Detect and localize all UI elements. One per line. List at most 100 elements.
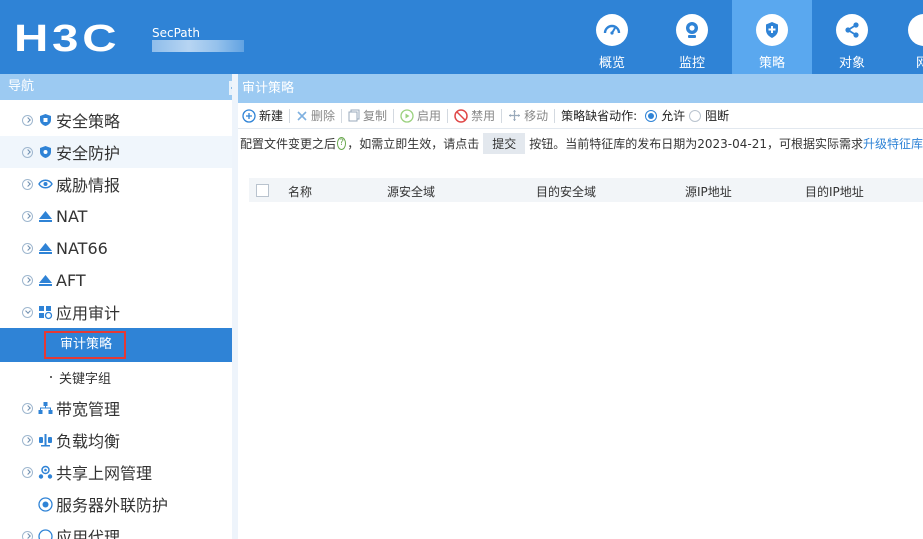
toolbar: 新建 删除 复制 启用 禁用 移动 策略缺省动作: 允许 阻断 [238, 103, 923, 129]
product-name: SecPath [152, 26, 200, 40]
topnav-label: 概览 [598, 56, 625, 71]
notice-bar: 配置文件变更之后 ? ，如需立即生效，请点击 提交 按钮。当前特征库的发布日期为… [238, 130, 923, 156]
shield-icon [37, 144, 53, 160]
shared-access-icon [37, 464, 53, 480]
expand-icon [22, 466, 33, 478]
select-all-checkbox[interactable] [256, 183, 269, 197]
main-content: 审计策略 新建 删除 复制 启用 禁用 移动 策略缺省动作: 允许 阻断 配置文… [238, 74, 923, 539]
sidebar-item-aft[interactable]: AFT [0, 264, 232, 296]
submit-button[interactable]: 提交 [483, 132, 526, 154]
sidebar-item-nat[interactable]: NAT [0, 200, 232, 232]
logo-text: H3C [14, 18, 121, 60]
app-audit-icon [37, 304, 53, 320]
column-header-dst-zone[interactable]: 目的安全域 [536, 183, 596, 200]
sidebar-item-security-protection[interactable]: 安全防护 [0, 136, 232, 168]
delete-label: 删除 [311, 109, 336, 123]
divider [501, 108, 503, 123]
divider [341, 108, 343, 123]
allow-radio[interactable] [645, 109, 658, 122]
collapse-sidebar-icon[interactable] [229, 81, 232, 95]
topnav-label: 策略 [758, 56, 785, 71]
policy-table-header: 名称 源安全域 目的安全域 源IP地址 目的IP地址 [249, 178, 923, 202]
sidebar-item-label: AFT [56, 270, 86, 290]
expand-icon [22, 530, 33, 539]
enable-button[interactable]: 启用 [400, 107, 441, 124]
upgrade-signature-link[interactable]: 升级特征库 [863, 135, 923, 152]
expand-icon [22, 274, 33, 286]
network-icon [908, 14, 923, 46]
eye-icon [37, 176, 53, 192]
copy-button[interactable]: 复制 [348, 107, 387, 124]
sidebar-item-label: 应用代理 [56, 528, 121, 539]
expand-icon [22, 210, 33, 222]
column-header-src-zone[interactable]: 源安全域 [387, 183, 435, 200]
sidebar-item-label: 带宽管理 [56, 400, 121, 419]
expand-icon [22, 178, 33, 190]
sidebar-item-threat-intel[interactable]: 威胁情报 [0, 168, 232, 200]
sidebar-item-nat66[interactable]: NAT66 [0, 232, 232, 264]
sidebar-item-keyword-group[interactable]: 关键字组 [0, 362, 232, 392]
sidebar-item-label: 共享上网管理 [56, 464, 153, 483]
divider [393, 108, 395, 123]
notice-text-1: 配置文件变更之后 [240, 136, 337, 151]
sidebar-item-label: 安全策略 [56, 112, 121, 131]
new-button[interactable]: 新建 [242, 107, 283, 124]
sidebar-item-label: NAT [56, 206, 88, 226]
sidebar-item-load-balance[interactable]: 负载均衡 [0, 424, 232, 456]
sidebar-item-label: 威胁情报 [56, 176, 121, 195]
copy-icon [348, 109, 360, 122]
topnav-overview[interactable]: 概览 [572, 8, 652, 74]
new-label: 新建 [259, 109, 284, 123]
column-header-src-ip[interactable]: 源IP地址 [685, 183, 732, 200]
top-header: H3C SecPath 概览 监控 策略 对象 网 [0, 0, 923, 74]
h3c-logo: H3C [14, 20, 117, 58]
topnav-label: 监控 [678, 56, 705, 71]
sidebar-item-server-protection[interactable]: 服务器外联防护 [0, 488, 232, 520]
expand-icon [22, 242, 33, 254]
sidebar-menu: 安全策略 安全防护 威胁情报 NAT NAT66 AFT 应用审计 审计策略 关… [0, 100, 232, 539]
column-header-dst-ip[interactable]: 目的IP地址 [805, 183, 864, 200]
block-radio[interactable] [689, 109, 702, 122]
sidebar-item-audit-policy[interactable]: 审计策略 [0, 328, 232, 362]
help-icon[interactable]: ? [337, 136, 347, 150]
sidebar-item-label: 关键字组 [59, 371, 112, 387]
delete-button[interactable]: 删除 [296, 107, 335, 124]
disable-button[interactable]: 禁用 [454, 107, 495, 124]
dashboard-gauge-icon [596, 14, 628, 46]
notice-text-2: ，如需立即生效，请点击 [347, 136, 480, 151]
sidebar-item-app-audit[interactable]: 应用审计 [0, 296, 232, 328]
divider [289, 108, 291, 123]
sidebar-item-label: 安全防护 [56, 144, 121, 163]
delete-x-icon [296, 110, 308, 122]
product-model-blurred [152, 40, 244, 52]
sidebar-item-label: NAT66 [56, 238, 108, 258]
collapse-icon [22, 306, 33, 318]
topnav-monitor[interactable]: 监控 [652, 8, 732, 74]
column-header-name[interactable]: 名称 [288, 183, 312, 200]
topnav-objects[interactable]: 对象 [812, 8, 892, 74]
shield-icon [37, 112, 53, 128]
move-button[interactable]: 移动 [508, 107, 548, 124]
block-label: 阻断 [705, 109, 730, 123]
sidebar-item-bandwidth[interactable]: 带宽管理 [0, 392, 232, 424]
balance-icon [37, 432, 53, 448]
divider [447, 108, 449, 123]
bullet-icon [50, 376, 52, 378]
server-protect-icon [37, 496, 53, 512]
sidebar-item-app-proxy[interactable]: 应用代理 [0, 520, 232, 539]
top-navigation: 概览 监控 策略 对象 网 [572, 0, 923, 74]
topnav-policy[interactable]: 策略 [732, 0, 812, 74]
sidebar-title-text: 导航 [8, 79, 35, 94]
topnav-label: 网 [916, 56, 923, 71]
sidebar-item-security-policy[interactable]: 安全策略 [0, 104, 232, 136]
default-action-label: 策略缺省动作: [561, 109, 638, 123]
page-title: 审计策略 [238, 74, 923, 103]
expand-icon [22, 434, 33, 446]
expand-icon [22, 114, 33, 126]
topnav-network[interactable]: 网 [892, 8, 923, 74]
sidebar-item-label: 负载均衡 [56, 432, 121, 451]
nat-icon [37, 272, 53, 288]
expand-icon [22, 146, 33, 158]
play-circle-icon [400, 108, 414, 123]
sidebar-item-shared-access[interactable]: 共享上网管理 [0, 456, 232, 488]
